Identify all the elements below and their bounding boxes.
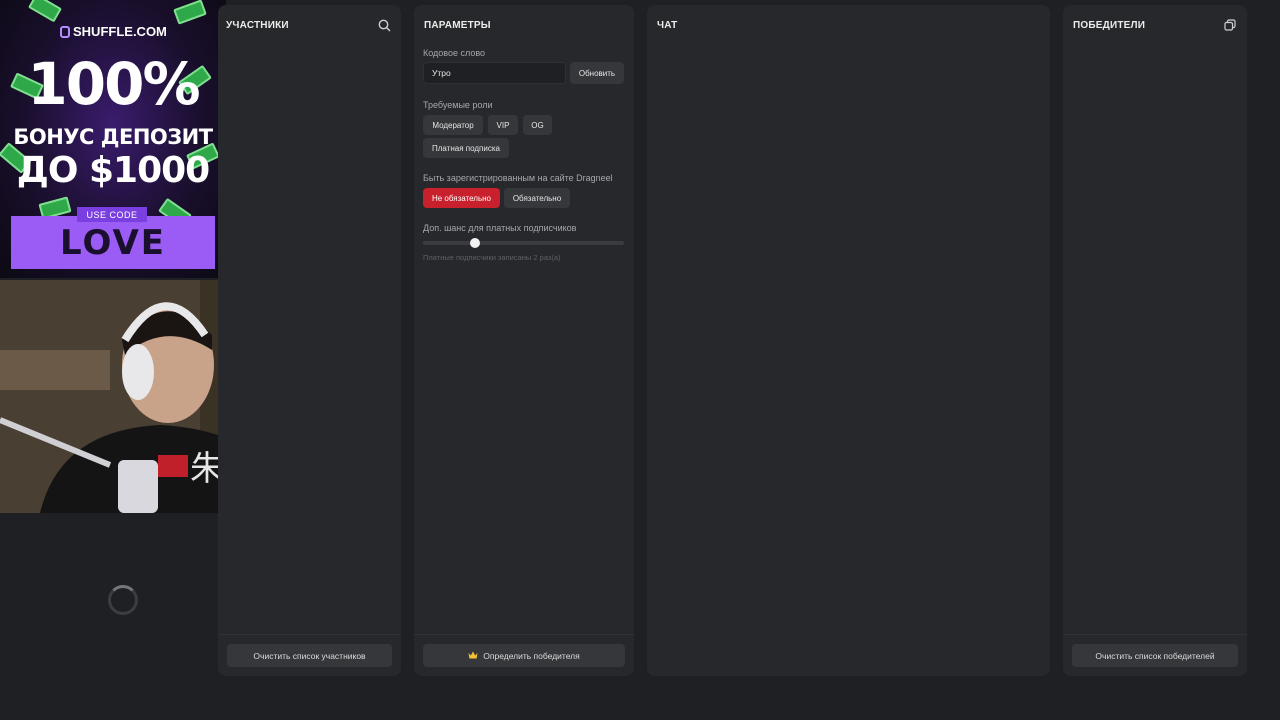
participants-footer: Очистить список участников bbox=[218, 634, 401, 676]
copy-icon[interactable] bbox=[1222, 17, 1238, 33]
chance-hint: Платные подписчики записаны 2 раз(а) bbox=[423, 253, 561, 262]
required-button[interactable]: Обязательно bbox=[504, 188, 570, 208]
role-vip-button[interactable]: VIP bbox=[488, 115, 518, 135]
parameters-footer: Определить победителя bbox=[414, 634, 634, 676]
promo-use-code: USE CODE bbox=[77, 207, 147, 222]
promo-code: LOVE bbox=[11, 216, 215, 269]
winners-panel: ПОБЕДИТЕЛИ Очистить список победителей bbox=[1063, 5, 1247, 676]
clear-winners-button[interactable]: Очистить список победителей bbox=[1072, 644, 1238, 667]
keyword-input[interactable] bbox=[423, 62, 566, 84]
clear-participants-button[interactable]: Очистить список участников bbox=[227, 644, 392, 667]
winners-footer: Очистить список победителей bbox=[1063, 634, 1247, 676]
pick-winner-button[interactable]: Определить победителя bbox=[423, 644, 625, 667]
chat-panel: ЧАТ bbox=[647, 5, 1050, 676]
promo-logo: SHUFFLE.COM bbox=[60, 24, 167, 39]
parameters-title: ПАРАМЕТРЫ bbox=[424, 20, 491, 31]
chance-slider[interactable] bbox=[423, 238, 624, 248]
money-decoration bbox=[173, 0, 207, 25]
promo-banner: SHUFFLE.COM 100% БОНУС ДЕПОЗИТ ДО $1000 … bbox=[0, 0, 226, 278]
promo-line3: ДО $1000 bbox=[16, 150, 210, 191]
chat-title: ЧАТ bbox=[657, 20, 678, 31]
loading-spinner bbox=[108, 585, 138, 615]
chance-slider-thumb[interactable] bbox=[470, 238, 481, 248]
participants-title: УЧАСТНИКИ bbox=[226, 20, 289, 31]
not-required-button[interactable]: Не обязательно bbox=[423, 188, 500, 208]
search-icon[interactable] bbox=[376, 17, 392, 33]
role-og-button[interactable]: OG bbox=[523, 115, 552, 135]
chance-label: Доп. шанс для платных подписчиков bbox=[423, 223, 577, 233]
keyword-label: Кодовое слово bbox=[423, 48, 486, 58]
promo-line2: БОНУС ДЕПОЗИТ bbox=[13, 125, 213, 149]
participants-panel: УЧАСТНИКИ Очистить список участников bbox=[218, 5, 401, 676]
role-moderator-button[interactable]: Модератор bbox=[423, 115, 483, 135]
promo-brand: SHUFFLE.COM bbox=[73, 24, 167, 39]
crown-icon bbox=[468, 651, 478, 661]
pick-winner-label: Определить победителя bbox=[483, 650, 580, 661]
shuffle-logo-icon bbox=[60, 25, 70, 38]
registered-label: Быть зарегистрированным на сайте Dragnee… bbox=[423, 173, 613, 183]
role-paid-sub-button[interactable]: Платная подписка bbox=[423, 138, 509, 158]
money-decoration bbox=[28, 0, 62, 23]
update-button[interactable]: Обновить bbox=[570, 62, 624, 84]
winners-title: ПОБЕДИТЕЛИ bbox=[1073, 20, 1146, 31]
promo-headline: 100% bbox=[27, 50, 200, 118]
parameters-panel: ПАРАМЕТРЫ Кодовое слово Обновить Требуем… bbox=[414, 5, 634, 676]
roles-label: Требуемые роли bbox=[423, 100, 493, 110]
